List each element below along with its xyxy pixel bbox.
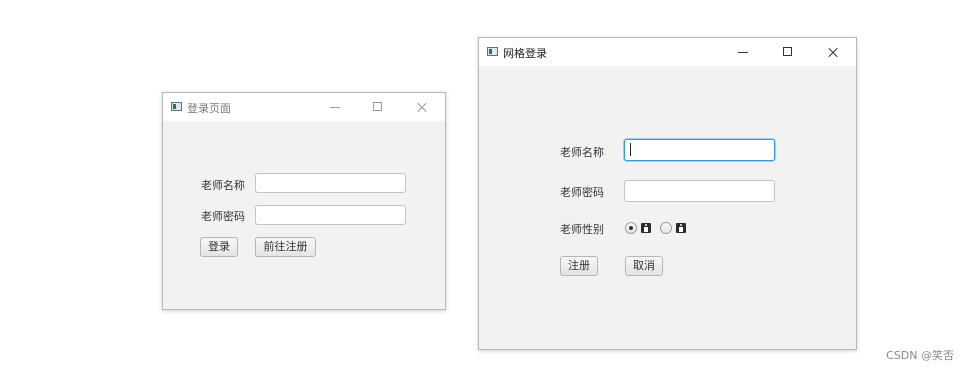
window-title: 登录页面 bbox=[187, 102, 231, 115]
close-icon[interactable] bbox=[825, 44, 841, 60]
minimize-icon[interactable] bbox=[327, 99, 343, 115]
window-title: 网格登录 bbox=[503, 47, 547, 60]
female-radio[interactable] bbox=[660, 222, 672, 234]
grid-login-window: 网格登录 老师名称 老师密码 老师性别 注册 取消 bbox=[478, 37, 857, 350]
cancel-button[interactable]: 取消 bbox=[625, 256, 663, 276]
male-person-icon bbox=[641, 223, 651, 233]
teacher-name-label: 老师名称 bbox=[201, 179, 245, 192]
teacher-password-input[interactable] bbox=[624, 180, 775, 202]
grid-window-titlebar[interactable]: 网格登录 bbox=[479, 38, 856, 66]
teacher-name-label: 老师名称 bbox=[560, 146, 604, 159]
app-icon bbox=[171, 102, 182, 111]
teacher-name-input[interactable] bbox=[624, 139, 775, 161]
male-radio[interactable] bbox=[625, 222, 637, 234]
teacher-password-label: 老师密码 bbox=[560, 186, 604, 199]
text-caret bbox=[630, 143, 631, 156]
login-button[interactable]: 登录 bbox=[200, 237, 238, 257]
watermark: CSDN @笑否 bbox=[886, 349, 954, 362]
app-icon bbox=[487, 47, 498, 56]
register-button[interactable]: 注册 bbox=[560, 256, 598, 276]
maximize-icon[interactable] bbox=[370, 99, 386, 115]
teacher-name-input[interactable] bbox=[255, 173, 406, 193]
login-window-titlebar[interactable]: 登录页面 bbox=[163, 93, 445, 121]
teacher-gender-label: 老师性别 bbox=[560, 223, 604, 236]
login-window: 登录页面 老师名称 老师密码 登录 前往注册 bbox=[162, 92, 446, 310]
female-person-icon bbox=[676, 223, 686, 233]
teacher-password-input[interactable] bbox=[255, 205, 406, 225]
go-register-button[interactable]: 前往注册 bbox=[255, 237, 316, 257]
teacher-password-label: 老师密码 bbox=[201, 210, 245, 223]
maximize-icon[interactable] bbox=[780, 44, 796, 60]
minimize-icon[interactable] bbox=[735, 44, 751, 60]
close-icon[interactable] bbox=[414, 99, 430, 115]
